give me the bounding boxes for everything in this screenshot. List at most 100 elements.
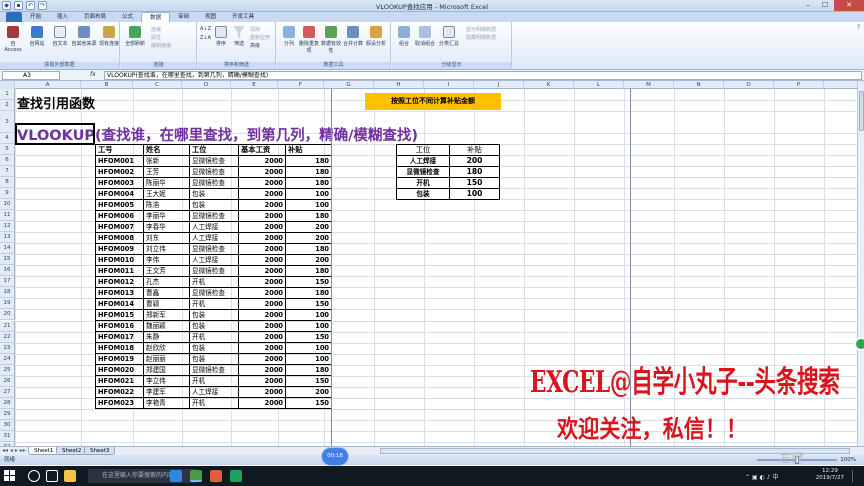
show-desktop-button[interactable] [852,470,860,482]
table-cell[interactable]: 显微镜检查 [189,166,239,179]
column-header-l[interactable]: L [574,81,624,89]
table-cell[interactable]: 显微镜检查 [189,265,239,278]
row-header-14[interactable]: 14 [0,243,15,255]
refresh-all-button[interactable]: 全部刷新 [123,26,147,47]
row-header-21[interactable]: 21 [0,320,15,332]
table-header-cell[interactable]: 补贴 [285,143,332,157]
sheet-tab-sheet2[interactable]: Sheet2 [56,447,88,455]
table-cell[interactable]: 2000 [238,298,286,311]
row-header-17[interactable]: 17 [0,276,15,288]
table-cell[interactable]: 包装 [189,188,239,201]
table-cell[interactable]: 2000 [238,210,286,223]
zoom-level[interactable]: 100% [840,455,856,465]
table-cell[interactable]: 2000 [238,397,286,410]
ribbon-tab-6[interactable]: 视图 [197,12,224,22]
table-cell[interactable]: HFOM005 [95,199,144,212]
row-header-2[interactable]: 2 [0,100,15,111]
column-header-b[interactable]: B [81,81,133,89]
table-cell[interactable]: 2000 [238,166,286,179]
table-cell[interactable]: 包装 [189,309,239,322]
table-cell[interactable]: HFOM015 [95,309,144,322]
sheet-tab-sheet1[interactable]: Sheet1 [28,447,60,455]
vertical-scrollbar[interactable] [857,81,864,446]
taskbar-clock[interactable]: 12:29 2019/7/27 [816,468,844,482]
table-cell[interactable]: 曹鑫 [143,287,190,300]
lookup-header-cell[interactable]: 补贴 [449,143,500,157]
advanced-button[interactable]: 高级 [250,42,260,49]
row-header-9[interactable]: 9 [0,188,15,200]
table-cell[interactable]: HFOM003 [95,177,144,190]
table-cell[interactable]: 包装 [189,353,239,366]
table-cell[interactable]: 2000 [238,188,286,201]
minimize-icon[interactable]: – [800,0,816,11]
table-cell[interactable]: 朱静 [143,331,190,344]
table-cell[interactable]: 2000 [238,364,286,377]
table-cell[interactable]: 100 [285,309,332,322]
ribbon-tab-2[interactable]: 页面布局 [76,12,114,22]
table-cell[interactable]: HFOM010 [95,254,144,267]
show-detail-button[interactable]: 显示明细数据 [466,26,496,33]
connections-button[interactable]: 连接 [151,26,161,33]
properties-button[interactable]: 属性 [151,34,161,41]
table-cell[interactable]: 开机 [189,375,239,388]
edit-links-button[interactable]: 编辑链接 [151,42,171,49]
table-cell[interactable]: 李伟 [143,254,190,267]
table-cell[interactable]: 显微镜检查 [189,177,239,190]
table-cell[interactable]: 2000 [238,331,286,344]
table-cell[interactable]: 150 [285,375,332,388]
maximize-icon[interactable]: ☐ [817,0,833,11]
column-header-n[interactable]: N [674,81,724,89]
row-header-12[interactable]: 12 [0,221,15,233]
side-floating-button[interactable] [854,337,864,351]
table-header-cell[interactable]: 工号 [95,143,144,157]
table-cell[interactable]: 王大妮 [143,188,190,201]
table-cell[interactable]: 100 [285,320,332,333]
table-cell[interactable]: 2000 [238,353,286,366]
lookup-cell[interactable]: 开机 [396,177,450,190]
system-tray-icons[interactable]: ⌃ ▣ ◐ ♪ 中 [745,472,778,481]
sort-asc-icon[interactable]: A↓Z [200,26,211,32]
table-cell[interactable]: 2000 [238,309,286,322]
table-cell[interactable]: HFOM012 [95,276,144,289]
table-cell[interactable]: 200 [285,232,332,245]
table-cell[interactable]: 赵丽丽 [143,353,190,366]
existing-connections-button[interactable]: 现有连接 [98,26,120,47]
task-view-icon[interactable] [46,470,58,482]
lookup-header-cell[interactable]: 工位 [396,143,450,157]
table-cell[interactable]: HFOM019 [95,353,144,366]
row-header-15[interactable]: 15 [0,254,15,266]
table-cell[interactable]: 李春华 [143,221,190,234]
table-cell[interactable]: 张新 [143,155,190,168]
remove-duplicates-button[interactable]: 删除重复项 [299,26,319,54]
table-cell[interactable]: 刘立伟 [143,243,190,256]
column-header-d[interactable]: D [182,81,231,89]
row-header-20[interactable]: 20 [0,309,15,321]
table-cell[interactable]: 王文芳 [143,265,190,278]
table-cell[interactable]: 赵欣欣 [143,342,190,355]
table-cell[interactable]: HFOM009 [95,243,144,256]
table-cell[interactable]: 人工焊接 [189,221,239,234]
table-cell[interactable]: HFOM001 [95,155,144,168]
office-menu-tab[interactable] [6,12,22,22]
table-cell[interactable]: 包装 [189,320,239,333]
column-header-g[interactable]: G [324,81,374,89]
table-cell[interactable]: HFOM022 [95,386,144,399]
excel-taskbar-icon[interactable] [190,470,202,482]
row-header-11[interactable]: 11 [0,210,15,222]
from-web-button[interactable]: 自网站 [26,26,48,47]
table-cell[interactable]: 李建军 [143,386,190,399]
table-cell[interactable]: 150 [285,298,332,311]
table-cell[interactable]: 包装 [189,342,239,355]
sort-button[interactable]: 排序 [214,26,228,47]
select-all-corner[interactable] [0,81,15,89]
column-header-p[interactable]: P [774,81,824,89]
table-cell[interactable]: 180 [285,265,332,278]
table-cell[interactable]: HFOM006 [95,210,144,223]
table-cell[interactable]: HFOM021 [95,375,144,388]
close-icon[interactable]: ✕ [834,0,864,11]
table-cell[interactable]: 2000 [238,265,286,278]
worksheet-grid[interactable]: 查找引用函数 VLOOKUP(查找谁，在哪里查找，到第几列，精确/模糊查找) 按… [15,89,857,446]
table-cell[interactable]: 显微镜检查 [189,364,239,377]
lookup-cell[interactable]: 200 [449,155,500,168]
ribbon-tab-3[interactable]: 公式 [114,12,141,22]
